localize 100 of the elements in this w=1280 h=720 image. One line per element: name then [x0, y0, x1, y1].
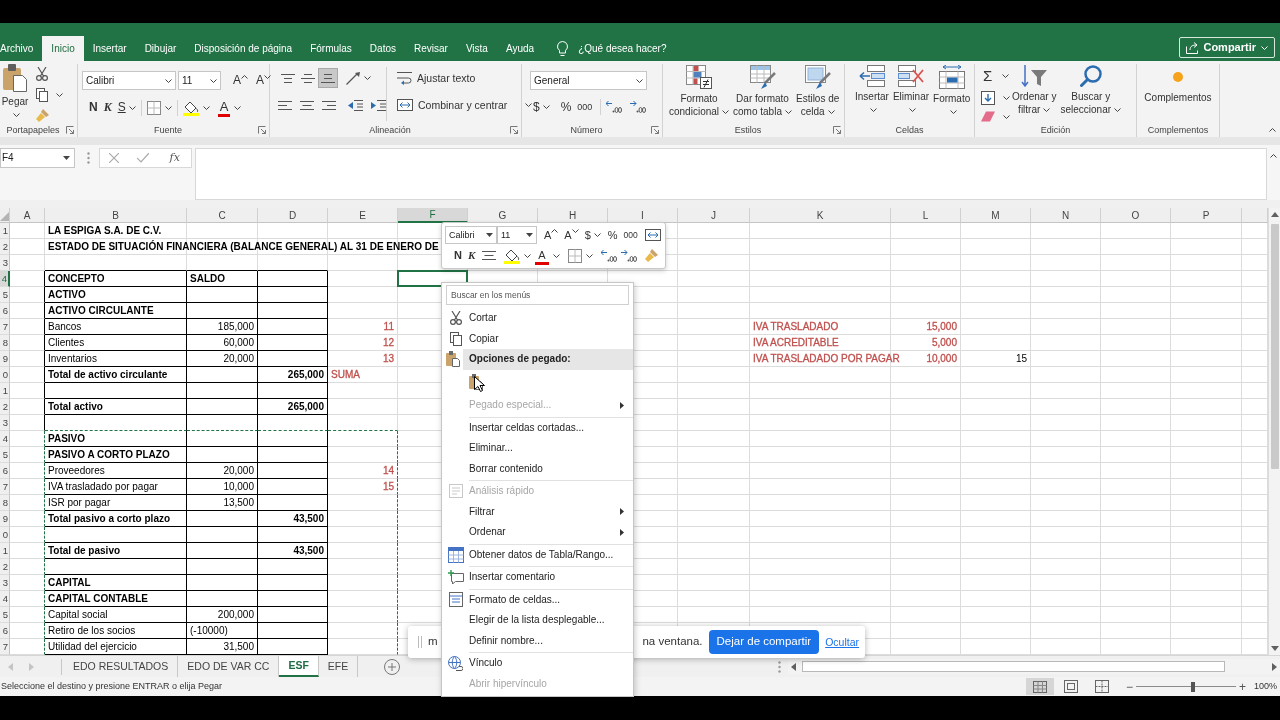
- menu-item[interactable]: Copiar: [442, 328, 633, 349]
- ribbon-tab[interactable]: Datos: [360, 36, 405, 61]
- caret-icon[interactable]: [164, 105, 172, 110]
- grip-icon[interactable]: [418, 636, 422, 648]
- find-select-button[interactable]: Buscar y seleccionar: [1058, 64, 1124, 116]
- menu-item[interactable]: Formato de celdas...: [442, 589, 633, 610]
- corner-arrow-icon[interactable]: [651, 126, 659, 134]
- currency-button[interactable]: $: [530, 98, 543, 116]
- row-header[interactable]: 7: [0, 479, 10, 495]
- format-as-table-button[interactable]: Dar formato como tabla: [731, 64, 794, 118]
- caret-icon[interactable]: [128, 105, 136, 110]
- tell-me-box[interactable]: ¿Qué desea hacer?: [555, 36, 669, 61]
- number-format-dropdown[interactable]: General: [530, 71, 647, 90]
- caret-icon[interactable]: [585, 253, 593, 258]
- grow-font-button[interactable]: A: [541, 226, 562, 245]
- caret-icon[interactable]: [593, 233, 601, 238]
- row-header[interactable]: 2: [0, 239, 10, 255]
- column-header[interactable]: D: [258, 208, 328, 223]
- hide-link[interactable]: Ocultar: [825, 635, 859, 649]
- plus-circle-icon[interactable]: [384, 658, 401, 675]
- row-header[interactable]: 5: [0, 607, 10, 623]
- align-center-icon[interactable]: [300, 100, 314, 110]
- row-header[interactable]: 7: [0, 319, 10, 335]
- vertical-align-button[interactable]: [318, 68, 338, 88]
- grow-font-button[interactable]: A: [229, 71, 252, 90]
- caret-icon[interactable]: [524, 253, 532, 258]
- column-header[interactable]: O: [1101, 208, 1171, 223]
- row-header[interactable]: 2: [0, 399, 10, 415]
- ribbon-tab[interactable]: Fórmulas: [301, 36, 361, 61]
- font-color-button[interactable]: A: [535, 246, 549, 266]
- caret-icon[interactable]: [1003, 96, 1010, 100]
- insert-function-button[interactable]: fx: [167, 151, 182, 165]
- row-header[interactable]: 0: [0, 367, 10, 383]
- column-header[interactable]: F: [398, 208, 468, 223]
- formula-input[interactable]: [195, 148, 1267, 200]
- menu-item[interactable]: Cortar: [442, 308, 633, 329]
- bold-button[interactable]: N: [86, 98, 101, 117]
- row-header[interactable]: 3: [0, 255, 10, 271]
- menu-item[interactable]: Insertar comentario: [442, 567, 633, 588]
- row-header[interactable]: 9: [0, 351, 10, 367]
- menu-item[interactable]: Borrar contenido: [442, 458, 633, 479]
- menu-item[interactable]: Elegir de la lista desplegable...: [442, 610, 633, 631]
- align-center-icon[interactable]: [482, 251, 497, 261]
- menu-item[interactable]: Insertar celdas cortadas...: [442, 417, 633, 438]
- scrollbar-thumb[interactable]: [802, 661, 1225, 672]
- ribbon-tab[interactable]: Insertar: [83, 36, 136, 61]
- percent-button[interactable]: %: [557, 98, 575, 116]
- cell-styles-button[interactable]: Estilos de celda: [793, 64, 842, 118]
- corner-arrow-icon[interactable]: [258, 126, 266, 134]
- menu-item[interactable]: Obtener datos de Tabla/Rango...: [442, 544, 633, 565]
- shrink-font-button[interactable]: A: [561, 226, 582, 245]
- italic-button[interactable]: K: [464, 246, 479, 265]
- column-header[interactable]: M: [961, 208, 1031, 223]
- triangle-down-icon[interactable]: [1270, 646, 1279, 651]
- row-header[interactable]: 3: [0, 415, 10, 431]
- font-size-dropdown[interactable]: 11: [178, 71, 221, 90]
- row-header[interactable]: 1: [0, 383, 10, 399]
- row-header[interactable]: 7: [0, 639, 10, 655]
- caret-icon[interactable]: [525, 103, 533, 107]
- caret-icon[interactable]: [202, 105, 210, 110]
- row-header[interactable]: 4: [0, 431, 10, 447]
- caret-up-icon[interactable]: [1269, 128, 1276, 132]
- row-header[interactable]: 0: [0, 527, 10, 543]
- row-header[interactable]: 4: [0, 591, 10, 607]
- diagonal-arrow-icon[interactable]: [346, 71, 360, 85]
- column-header[interactable]: N: [1031, 208, 1101, 223]
- column-header[interactable]: J: [678, 208, 750, 223]
- italic-button[interactable]: K: [100, 98, 115, 117]
- ribbon-tab[interactable]: Inicio: [42, 36, 84, 61]
- menu-item[interactable]: Definir nombre...: [442, 630, 633, 651]
- row-header[interactable]: 1: [0, 223, 10, 239]
- addins-button[interactable]: Complementos: [1142, 64, 1214, 104]
- shrink-font-button[interactable]: A: [252, 71, 276, 90]
- caret-icon[interactable]: [56, 93, 63, 97]
- slider-thumb[interactable]: [1190, 681, 1195, 692]
- align-left-icon[interactable]: [278, 100, 292, 110]
- view-button[interactable]: [1025, 678, 1054, 695]
- thousands-button[interactable]: 000: [574, 98, 596, 116]
- menu-item[interactable]: Eliminar...: [442, 438, 633, 459]
- ribbon-tab[interactable]: Vista: [456, 36, 497, 61]
- column-header[interactable]: B: [45, 208, 187, 223]
- decrease-indent-icon[interactable]: [348, 99, 363, 111]
- caret-icon[interactable]: [542, 105, 550, 109]
- zoom-out-button[interactable]: −: [1122, 680, 1136, 693]
- ribbon-tab[interactable]: Ayuda: [496, 36, 544, 61]
- merge-center-button[interactable]: Combinar y centrar: [395, 95, 510, 115]
- check-icon[interactable]: [137, 153, 150, 163]
- row-header[interactable]: 9: [0, 511, 10, 527]
- column-header[interactable]: P: [1171, 208, 1242, 223]
- triangle-right-icon[interactable]: [1272, 662, 1277, 671]
- down-arrow-box-icon[interactable]: [981, 91, 995, 105]
- caret-icon[interactable]: [1003, 114, 1010, 119]
- menu-item[interactable]: Filtrar: [442, 501, 633, 522]
- menu-item[interactable]: Ordenar: [442, 522, 633, 543]
- decimal-arrow-left-icon[interactable]: [606, 101, 623, 113]
- font-size-dropdown[interactable]: 11: [497, 226, 537, 245]
- corner-arrow-icon[interactable]: [66, 126, 74, 134]
- row-header[interactable]: 5: [0, 287, 10, 303]
- decimal-arrow-right-icon[interactable]: [620, 249, 637, 262]
- sort-filter-button[interactable]: Ordenar y filtrar: [1010, 64, 1059, 116]
